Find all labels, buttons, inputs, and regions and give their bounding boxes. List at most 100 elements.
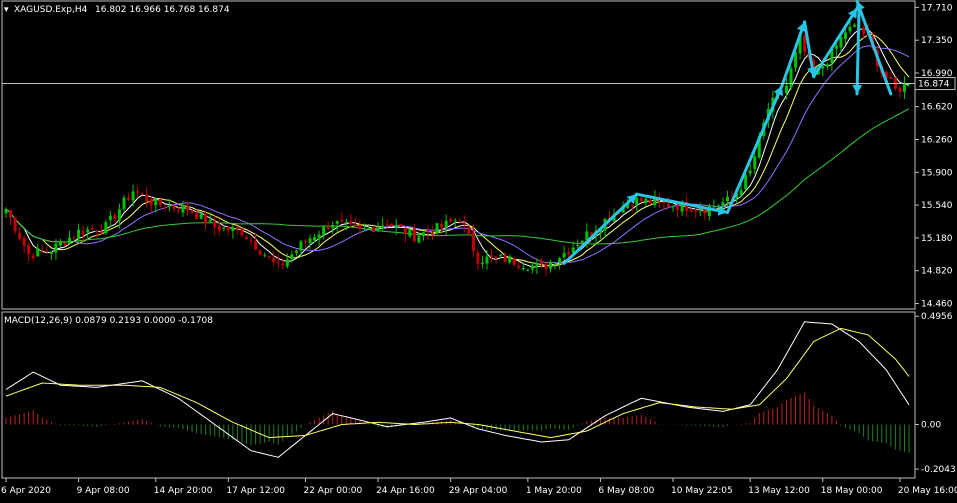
macd-panel-border xyxy=(1,311,916,479)
candle-body xyxy=(585,231,589,240)
candle-body xyxy=(839,36,843,48)
time-tick-label: 1 May 20:00 xyxy=(526,486,582,496)
candle-body xyxy=(539,261,543,265)
candle-body xyxy=(530,265,534,270)
candle-body xyxy=(344,221,348,223)
time-axis: 6 Apr 2020 9 Apr 08:00 14 Apr 20:00 17 Apr … xyxy=(1,478,957,496)
trend-arrow-segment xyxy=(812,6,859,79)
macd-line xyxy=(5,321,910,458)
candle-body xyxy=(322,225,326,236)
candle-body xyxy=(421,232,425,237)
candle-body xyxy=(303,240,307,242)
price-axis: 17.71017.35016.99016.62016.26015.90015.5… xyxy=(915,3,953,310)
candle-body xyxy=(848,26,852,32)
trend-arrow-head xyxy=(852,84,863,94)
candle-body xyxy=(744,174,748,190)
time-tick-label: 18 May 00:00 xyxy=(821,486,883,496)
candle-body xyxy=(158,199,162,206)
candle-body xyxy=(290,254,294,260)
candle-body xyxy=(689,209,693,212)
candle-body xyxy=(90,227,94,230)
candle-body xyxy=(376,227,380,231)
candle-body xyxy=(535,263,539,268)
candle-body xyxy=(898,87,902,92)
candle-body xyxy=(217,225,221,231)
candle-body xyxy=(313,237,317,241)
candle-body xyxy=(667,204,671,207)
candle-body xyxy=(480,262,484,264)
candle-body xyxy=(789,68,793,88)
candle-body xyxy=(340,219,344,222)
candle-body xyxy=(136,191,140,193)
candle-body xyxy=(254,241,258,250)
candle-body xyxy=(18,232,22,239)
candle-body xyxy=(644,198,648,204)
candle-body xyxy=(213,222,217,228)
candle-body xyxy=(195,213,199,220)
macd-tick-label: -0.2043 xyxy=(921,465,956,475)
candle-body xyxy=(263,255,267,257)
ma-long-line xyxy=(5,108,910,245)
candle-body xyxy=(349,220,353,224)
candle-body xyxy=(86,229,90,233)
candle-body xyxy=(471,232,475,252)
candle-body xyxy=(394,224,398,229)
candle-body xyxy=(440,223,444,228)
candle-body xyxy=(671,206,675,208)
candle-body xyxy=(208,219,212,222)
candle-body xyxy=(426,231,430,233)
candle-body xyxy=(127,197,131,201)
candle-body xyxy=(149,199,153,206)
candle-body xyxy=(558,258,562,264)
candle-body xyxy=(281,263,285,266)
candle-body xyxy=(902,83,906,92)
time-tick-label: 10 May 22:05 xyxy=(671,486,733,496)
candle-body xyxy=(154,198,158,206)
time-tick-label: 22 Apr 00:00 xyxy=(303,486,362,496)
price-panel-border xyxy=(1,0,916,310)
candle-body xyxy=(95,230,99,233)
candle-body xyxy=(453,220,457,222)
candle-body xyxy=(308,238,312,244)
price-tick-label: 15.540 xyxy=(921,201,953,211)
price-panel-frame xyxy=(1,0,916,479)
moving-averages xyxy=(5,28,910,268)
candle-body xyxy=(299,241,303,251)
candle-body xyxy=(367,227,371,229)
candle-body xyxy=(408,228,412,237)
time-tick-label: 17 Apr 12:00 xyxy=(226,486,285,496)
candle-body xyxy=(412,228,416,242)
candle-body xyxy=(562,252,566,258)
chart-canvas[interactable]: 17.71017.35016.99016.62016.26015.90015.5… xyxy=(0,0,957,499)
ma-slow-line xyxy=(5,45,910,264)
time-tick-label: 13 May 12:00 xyxy=(748,486,810,496)
candle-body xyxy=(476,252,480,265)
price-tick-label: 17.350 xyxy=(921,36,953,46)
candle-body xyxy=(712,206,716,208)
candle-body xyxy=(553,263,557,265)
candle-body xyxy=(99,231,103,233)
candle-body xyxy=(294,250,298,253)
candle-body xyxy=(72,237,76,239)
candle-body xyxy=(676,205,680,210)
candle-body xyxy=(639,198,643,202)
candle-body xyxy=(635,197,639,205)
candle-body xyxy=(431,233,435,235)
candle-body xyxy=(494,256,498,258)
price-tick-label: 15.180 xyxy=(921,234,953,244)
candle-body xyxy=(326,226,330,230)
candle-body xyxy=(331,224,335,229)
candle-body xyxy=(739,190,743,196)
price-tick-label: 15.900 xyxy=(921,168,953,178)
price-tick-label: 17.710 xyxy=(921,3,953,13)
candle-body xyxy=(222,227,226,229)
ma-mid-line xyxy=(5,34,910,267)
macd-tick-label: 0.00 xyxy=(921,420,941,430)
candle-body xyxy=(748,170,752,174)
candle-body xyxy=(199,213,203,219)
candle-body xyxy=(390,223,394,226)
candle-body xyxy=(172,205,176,209)
time-tick-label: 20 May 16:00 xyxy=(898,486,957,496)
candle-body xyxy=(648,199,652,204)
macd-panel: 0.4956 0.00 -0.2043 xyxy=(5,312,956,475)
